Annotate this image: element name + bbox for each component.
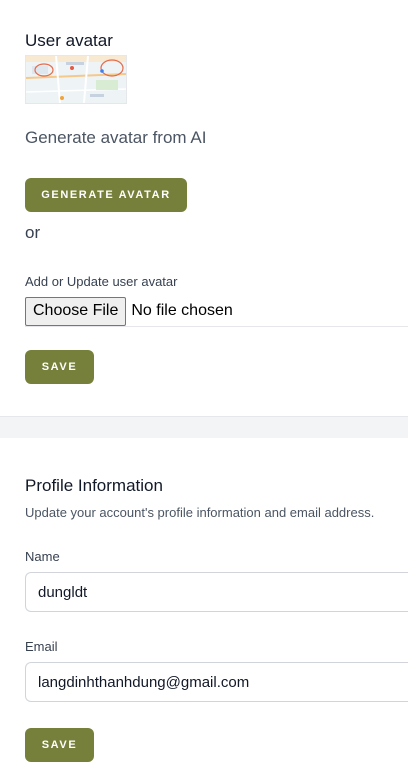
name-label: Name [25,549,60,564]
save-avatar-button[interactable]: SAVE [25,350,94,384]
save-profile-button[interactable]: SAVE [25,728,94,762]
avatar-image [25,55,127,104]
generate-avatar-button[interactable]: GENERATE AVATAR [25,178,187,212]
map-thumbnail-icon [26,56,126,103]
profile-section-title: Profile Information [25,476,163,495]
name-field[interactable]: dungldt [25,572,408,612]
file-input[interactable]: Choose File No file chosen [25,296,408,327]
email-label: Email [25,639,58,654]
generate-avatar-text: Generate avatar from AI [25,128,207,147]
section-divider [0,416,408,439]
upload-avatar-label: Add or Update user avatar [25,274,178,289]
avatar-section-title: User avatar [25,31,113,50]
or-text: or [25,223,41,242]
profile-description: Update your account's profile informatio… [25,505,375,520]
choose-file-button[interactable]: Choose File [25,296,127,326]
avatar-card: User avatar Generate avatar from AI GENE… [0,0,408,416]
file-status-text: No file chosen [131,302,233,319]
email-field[interactable]: langdinhthanhdung@gmail.com [25,662,408,702]
